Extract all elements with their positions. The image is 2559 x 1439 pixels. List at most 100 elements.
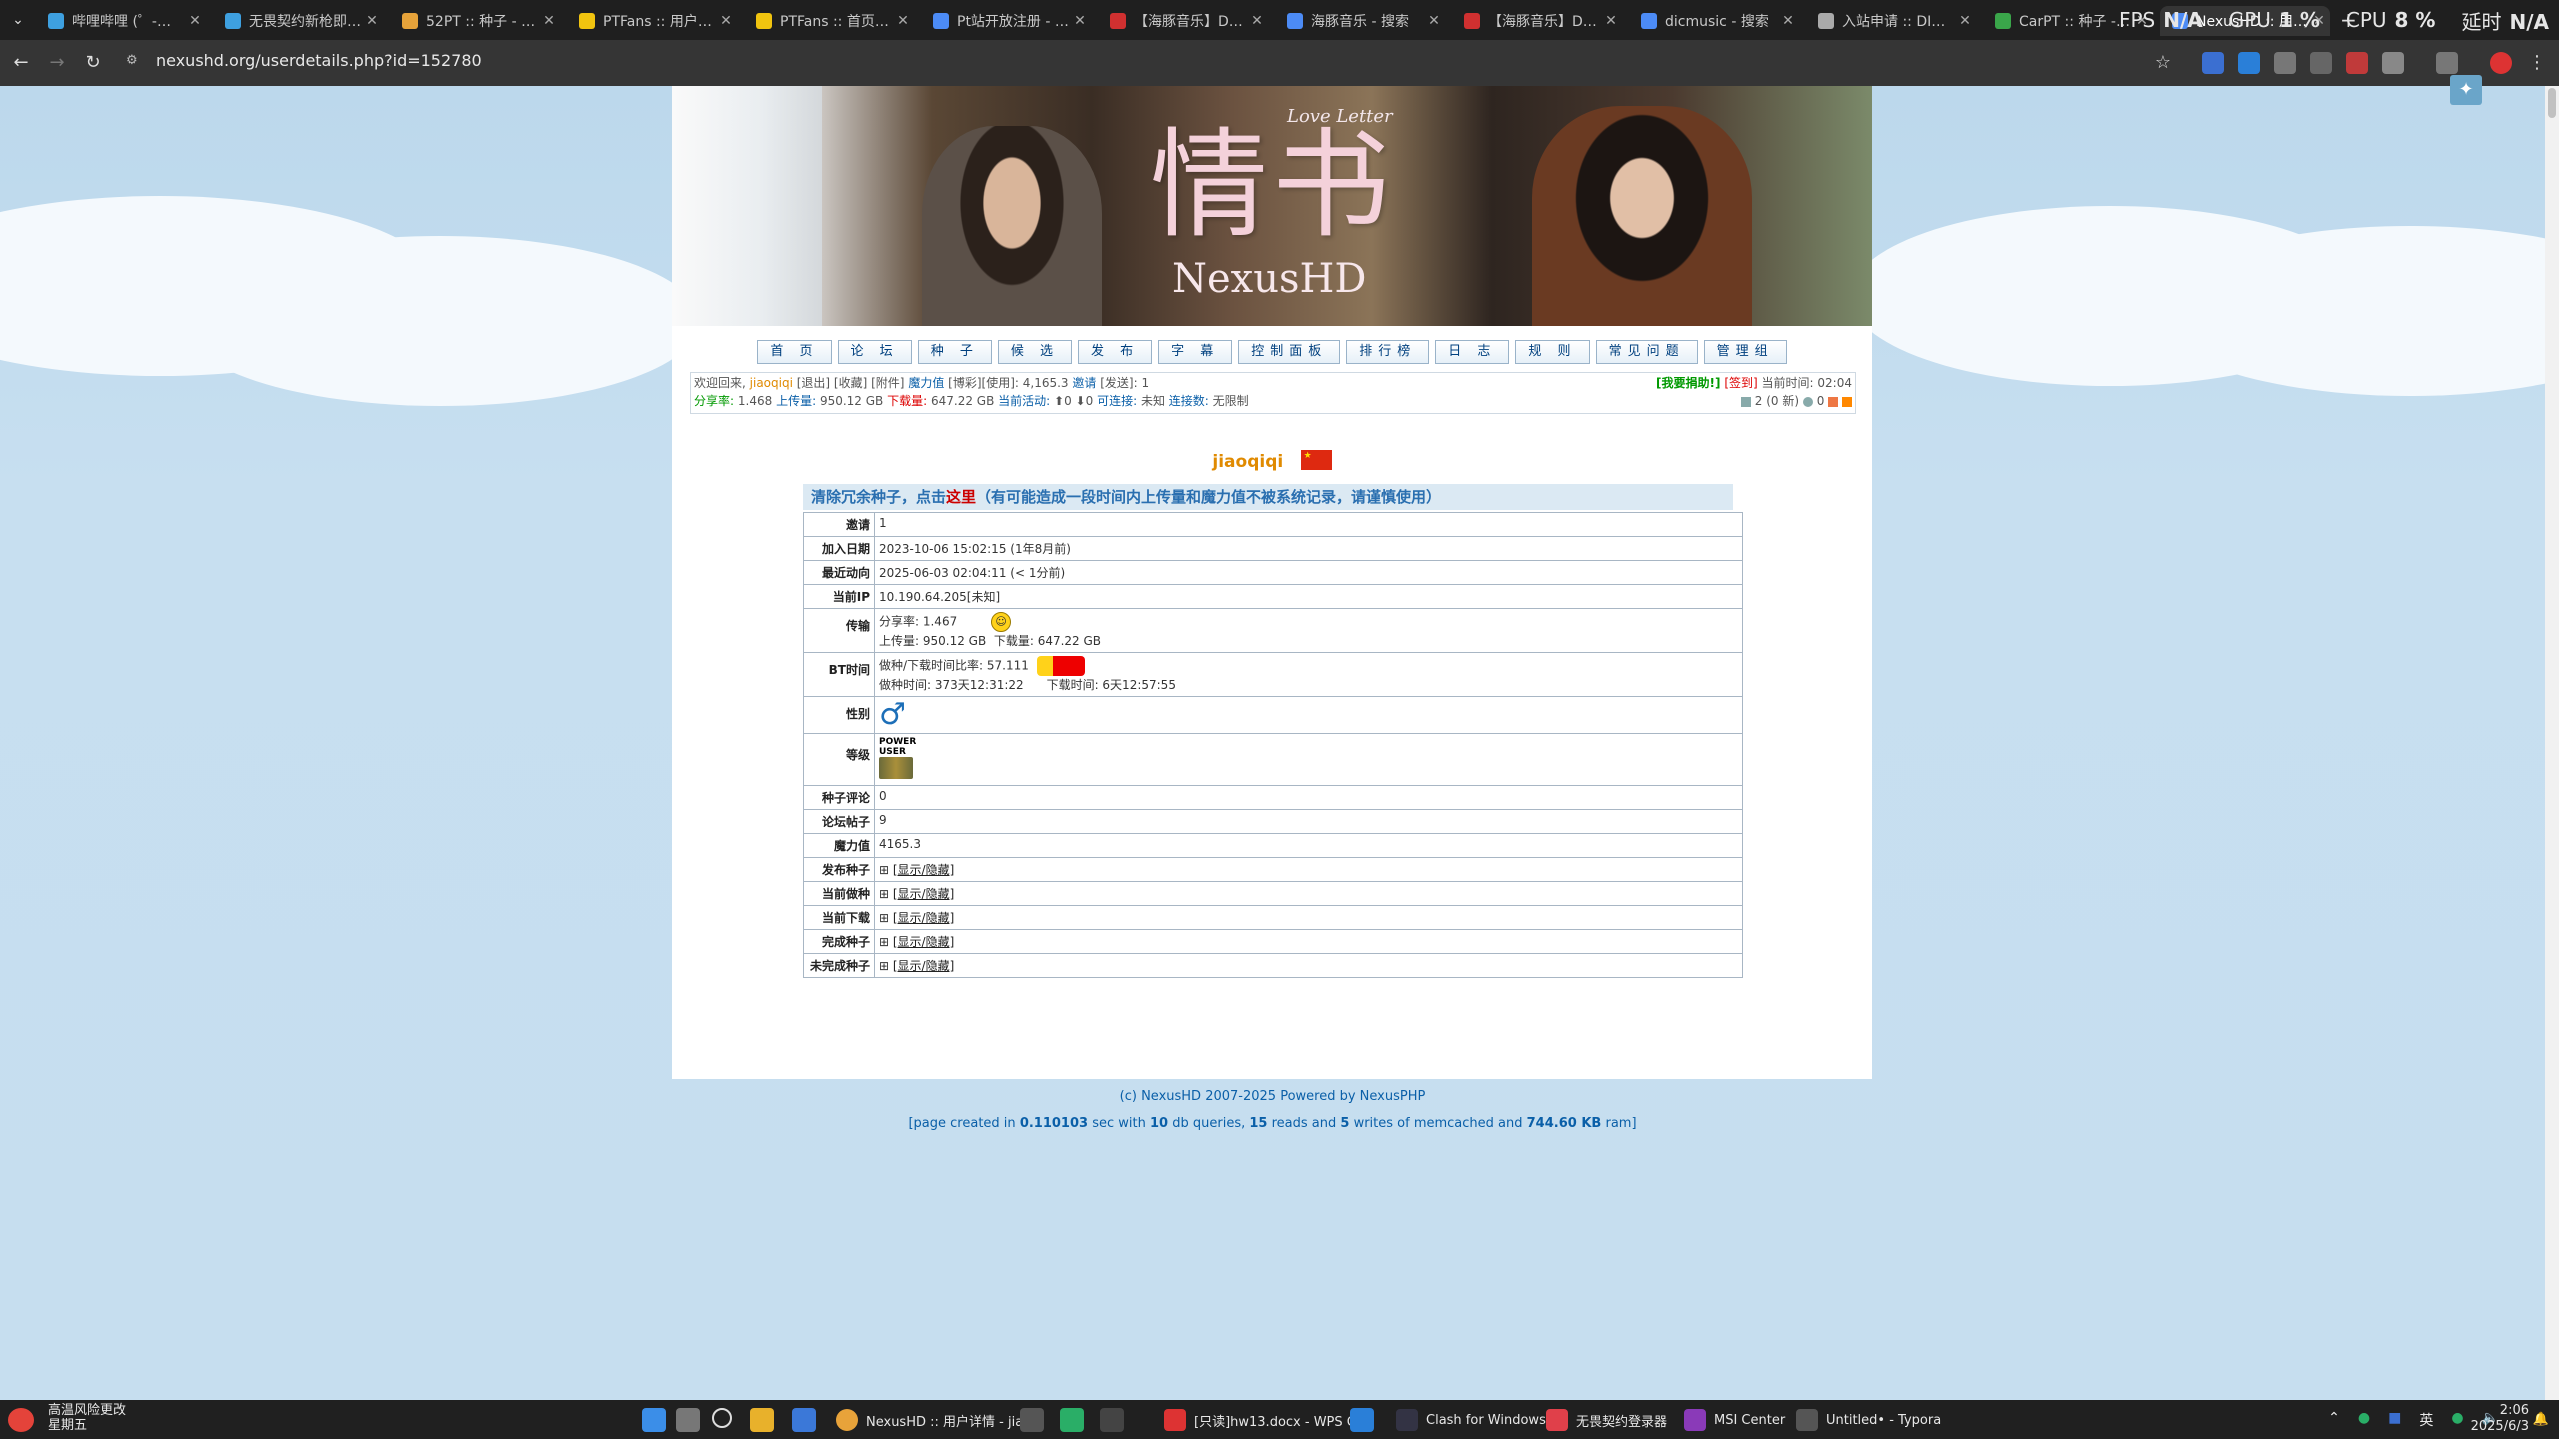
notification-bell-icon[interactable]: 🔔: [2533, 1412, 2549, 1427]
browser-tab[interactable]: PTFans :: 首页 - 追求✕: [744, 6, 914, 36]
inbox-icon[interactable]: [1740, 396, 1751, 407]
close-icon[interactable]: ✕: [538, 13, 560, 29]
extension-icon[interactable]: [2202, 52, 2224, 74]
taskbar-app-msi[interactable]: MSI Center: [1684, 1405, 1785, 1435]
forward-icon[interactable]: →: [44, 50, 70, 76]
browser-tab[interactable]: 【海豚音乐】DICMusic✕: [1452, 6, 1622, 36]
vscode-icon[interactable]: [1350, 1408, 1374, 1432]
browser-tab[interactable]: 无畏契约新枪即将出击✕: [213, 6, 383, 36]
nav-item[interactable]: 管理组: [1703, 340, 1787, 364]
nav-item[interactable]: 规 则: [1515, 340, 1590, 364]
extension-icon[interactable]: [2238, 52, 2260, 74]
taskbar-app-valorant[interactable]: 无畏契约登录器: [1546, 1405, 1667, 1435]
close-icon[interactable]: ✕: [1954, 13, 1976, 29]
toggle-uploaded-link[interactable]: [显示/隐藏]: [893, 863, 954, 877]
checkin-link[interactable]: [签到]: [1724, 376, 1757, 390]
start-icon[interactable]: [642, 1408, 666, 1432]
floating-widget-icon[interactable]: ✦: [2450, 75, 2482, 105]
extension-icon[interactable]: [2310, 52, 2332, 74]
page-scrollbar[interactable]: [2545, 86, 2559, 1400]
store-icon[interactable]: [792, 1408, 816, 1432]
site-info-icon[interactable]: ⚙: [126, 53, 144, 71]
search-icon[interactable]: [712, 1408, 732, 1428]
tray-app-icon[interactable]: [1020, 1408, 1044, 1432]
close-icon[interactable]: ✕: [892, 13, 914, 29]
back-icon[interactable]: ←: [8, 50, 34, 76]
invite-link[interactable]: 邀请: [1072, 376, 1096, 390]
toggle-completed-link[interactable]: [显示/隐藏]: [893, 935, 954, 949]
footer-copyright[interactable]: (c) NexusHD 2007-2025 Powered by NexusPH…: [0, 1089, 2545, 1104]
system-clock[interactable]: 2:06 2025/6/3: [2471, 1403, 2529, 1435]
weather-widget[interactable]: 高温风险更改 星期五: [48, 1403, 126, 1433]
clear-seeds-link[interactable]: 这里: [946, 488, 976, 506]
toggle-leeching-link[interactable]: [显示/隐藏]: [893, 911, 954, 925]
taskbar-app-typora[interactable]: Untitled• - Typora: [1796, 1405, 1941, 1435]
messages-count[interactable]: 2 (0 新): [1755, 394, 1799, 408]
perf-cpu: CPU 8 %: [2345, 8, 2436, 32]
extension-icon[interactable]: [2346, 52, 2368, 74]
address-bar[interactable]: nexushd.org/userdetails.php?id=152780: [156, 51, 482, 70]
close-icon[interactable]: ✕: [715, 13, 737, 29]
browser-tab[interactable]: Pt站开放注册 - 搜索✕: [921, 6, 1091, 36]
taskbar-app-wps[interactable]: [只读]hw13.docx - WPS C: [1164, 1405, 1356, 1435]
toggle-incomplete-link[interactable]: [显示/隐藏]: [893, 959, 954, 973]
network-tray-icon[interactable]: ●: [2451, 1410, 2463, 1430]
nav-item[interactable]: 论 坛: [837, 340, 912, 364]
nav-item[interactable]: 控制面板: [1238, 340, 1341, 364]
browser-tab[interactable]: 【海豚音乐】DICMusic✕: [1098, 6, 1268, 36]
nav-item[interactable]: 首 页: [757, 340, 832, 364]
wechat-tray-icon[interactable]: ●: [2358, 1410, 2370, 1430]
reload-icon[interactable]: ↻: [80, 50, 106, 76]
wechat-icon[interactable]: [1060, 1408, 1084, 1432]
terminal-icon[interactable]: [1100, 1408, 1124, 1432]
browser-tab[interactable]: 入站申请 :: DICMusic✕: [1806, 6, 1976, 36]
file-explorer-icon[interactable]: [750, 1408, 774, 1432]
toggle-seeding-link[interactable]: [显示/隐藏]: [893, 887, 954, 901]
menu-kebab-icon[interactable]: ⋮: [2524, 50, 2550, 76]
browser-tab[interactable]: 海豚音乐 - 搜索 ✕: [1275, 6, 1445, 36]
extensions-puzzle-icon[interactable]: [2382, 52, 2404, 74]
nav-item[interactable]: 种 子: [917, 340, 992, 364]
browser-tab[interactable]: 哔哩哔哩 (゜-゜)つロ 干杯~✕: [36, 6, 206, 36]
nav-item[interactable]: 发 布: [1077, 340, 1153, 364]
bonus-links[interactable]: [博彩][使用]:: [948, 376, 1019, 390]
extension-icon[interactable]: [2274, 52, 2296, 74]
donate-link[interactable]: [我要捐助!]: [1656, 376, 1720, 390]
taskbar-app-chrome[interactable]: NexusHD :: 用户详情 - jia: [836, 1405, 1023, 1435]
bookmark-star-icon[interactable]: ☆: [2150, 50, 2176, 76]
close-icon[interactable]: ✕: [184, 13, 206, 29]
close-icon[interactable]: ✕: [1069, 13, 1091, 29]
tab-title: PTFans :: 用户详情: [603, 14, 715, 30]
bookmarks-icon[interactable]: [2436, 52, 2458, 74]
weather-alert-icon[interactable]: [8, 1408, 34, 1432]
bonus-link[interactable]: 魔力值: [908, 376, 944, 390]
nav-item[interactable]: 日 志: [1435, 340, 1510, 364]
close-icon[interactable]: ✕: [1600, 13, 1622, 29]
username-link[interactable]: jiaoqiqi: [750, 376, 793, 390]
account-links[interactable]: [退出] [收藏] [附件]: [797, 376, 905, 390]
tray-app-icon[interactable]: ■: [2388, 1410, 2401, 1430]
friends-count[interactable]: 0: [1817, 394, 1825, 408]
browser-tab[interactable]: 52PT :: 种子 - Powered by✕: [390, 6, 560, 36]
friends-icon[interactable]: [1802, 396, 1813, 407]
invite-value[interactable]: [发送]: 1: [1100, 376, 1149, 390]
close-icon[interactable]: ✕: [361, 13, 383, 29]
browser-tab[interactable]: PTFans :: 用户详情 ✕: [567, 6, 737, 36]
tab-search-icon[interactable]: ⌄: [6, 8, 30, 32]
nav-item[interactable]: 字 幕: [1158, 340, 1233, 364]
tray-overflow-icon[interactable]: ⌃: [2328, 1410, 2340, 1430]
nav-item[interactable]: 候 选: [997, 340, 1072, 364]
site-banner[interactable]: Love Letter 情书 NexusHD: [672, 86, 1872, 326]
ime-indicator[interactable]: 英: [2419, 1410, 2433, 1430]
nav-item[interactable]: 排行榜: [1346, 340, 1430, 364]
browser-tab[interactable]: dicmusic - 搜索 ✕: [1629, 6, 1799, 36]
bookmark-icon[interactable]: [1828, 396, 1839, 407]
taskbar-app-clash[interactable]: Clash for Windows: [1396, 1405, 1546, 1435]
task-view-icon[interactable]: [676, 1408, 700, 1432]
close-icon[interactable]: ✕: [1777, 13, 1799, 29]
close-icon[interactable]: ✕: [1246, 13, 1268, 29]
close-icon[interactable]: ✕: [1423, 13, 1445, 29]
profile-avatar[interactable]: [2490, 52, 2512, 74]
rss-icon[interactable]: [1842, 396, 1852, 407]
nav-item[interactable]: 常见问题: [1595, 340, 1698, 364]
